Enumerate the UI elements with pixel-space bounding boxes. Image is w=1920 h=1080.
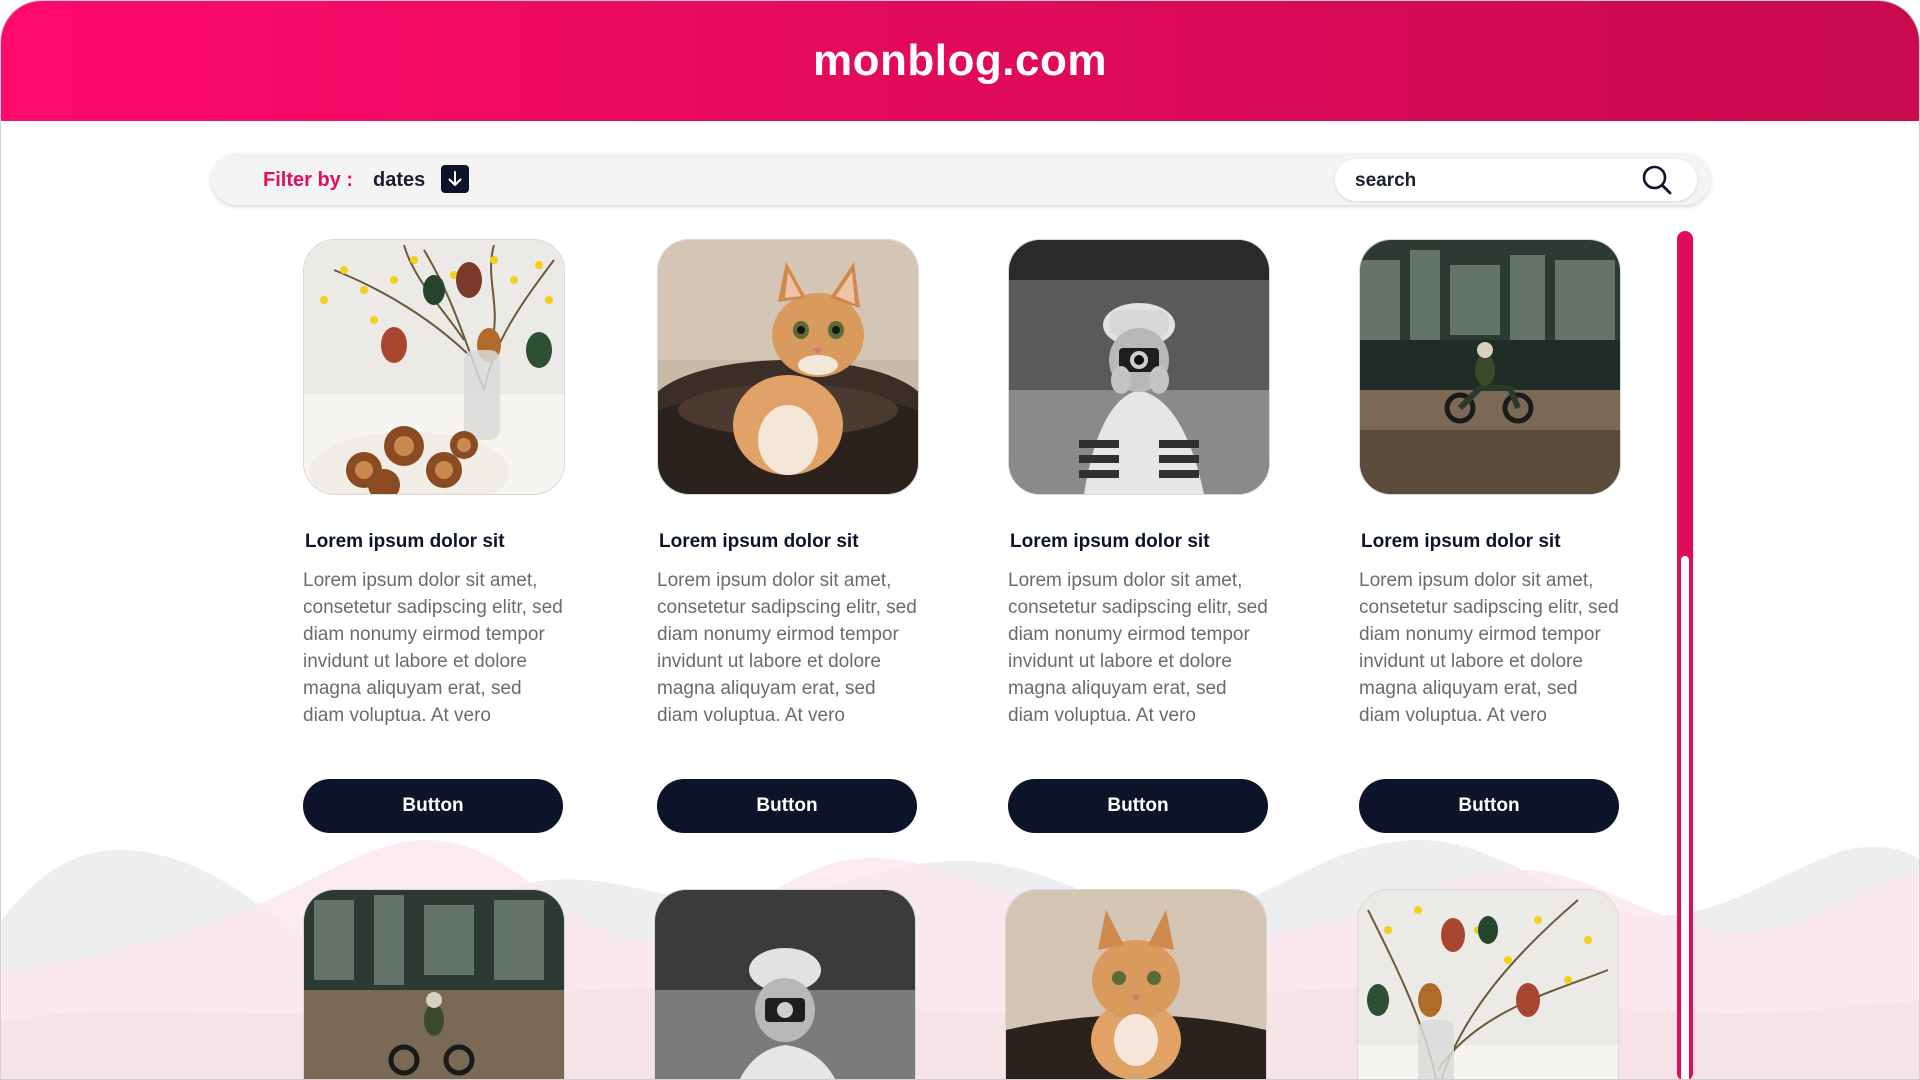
- card-image-row2[interactable]: [1005, 889, 1267, 1079]
- search-box: [1335, 159, 1697, 201]
- card-excerpt: Lorem ipsum dolor sit amet, consetetur s…: [1359, 570, 1619, 726]
- easter-eggs-image: [1358, 890, 1618, 1079]
- photographer-image: [655, 890, 915, 1079]
- search-input[interactable]: [1353, 165, 1627, 197]
- motorcycle-image: [304, 890, 564, 1079]
- scrollbar-track[interactable]: [1677, 231, 1693, 1079]
- blog-card: Lorem ipsum dolor sit Lorem ipsum dolor …: [1008, 239, 1270, 833]
- search-icon[interactable]: [1641, 164, 1673, 196]
- card-title[interactable]: Lorem ipsum dolor sit: [1359, 531, 1621, 553]
- filter-label: Filter by :: [263, 169, 354, 191]
- card-title[interactable]: Lorem ipsum dolor sit: [303, 531, 565, 553]
- card-title[interactable]: Lorem ipsum dolor sit: [1008, 531, 1270, 553]
- card-excerpt: Lorem ipsum dolor sit amet, consetetur s…: [657, 570, 917, 726]
- cat-image: [658, 240, 918, 494]
- card-button[interactable]: Button: [303, 779, 563, 833]
- card-button[interactable]: Button: [1008, 779, 1268, 833]
- card-image[interactable]: [303, 239, 565, 495]
- background-waves: [1, 839, 1919, 1079]
- card-image[interactable]: [657, 239, 919, 495]
- card-image-row2[interactable]: [1357, 889, 1619, 1079]
- filter-dropdown-button[interactable]: [441, 165, 469, 193]
- easter-eggs-image: [304, 240, 564, 494]
- card-button[interactable]: Button: [1359, 779, 1619, 833]
- card-title[interactable]: Lorem ipsum dolor sit: [657, 531, 919, 553]
- blog-card: Lorem ipsum dolor sit Lorem ipsum dolor …: [303, 239, 565, 833]
- cat-image: [1006, 890, 1266, 1079]
- arrow-down-icon: [448, 171, 462, 186]
- motorcycle-image: [1360, 240, 1620, 494]
- browser-frame: monblog.com Filter by : dates search Lor…: [0, 0, 1920, 1080]
- blog-card: Lorem ipsum dolor sit Lorem ipsum dolor …: [1359, 239, 1621, 833]
- filter-bar: Filter by : dates: [211, 153, 1711, 205]
- site-title[interactable]: monblog.com: [813, 36, 1107, 86]
- scrollbar-thumb[interactable]: [1681, 556, 1689, 1079]
- photographer-image: [1009, 240, 1269, 494]
- filter-value[interactable]: dates: [373, 169, 425, 192]
- card-button[interactable]: Button: [657, 779, 917, 833]
- blog-card: Lorem ipsum dolor sit Lorem ipsum dolor …: [657, 239, 919, 833]
- card-image[interactable]: [1008, 239, 1270, 495]
- card-image-row2[interactable]: [303, 889, 565, 1079]
- card-excerpt: Lorem ipsum dolor sit amet, consetetur s…: [303, 570, 563, 726]
- card-image[interactable]: [1359, 239, 1621, 495]
- card-excerpt: Lorem ipsum dolor sit amet, consetetur s…: [1008, 570, 1268, 726]
- card-image-row2[interactable]: [654, 889, 916, 1079]
- site-header: monblog.com: [1, 1, 1919, 121]
